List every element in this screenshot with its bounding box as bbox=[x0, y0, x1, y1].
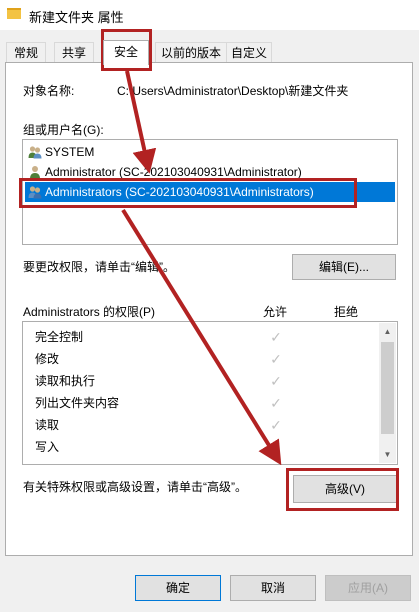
list-item[interactable]: SYSTEM bbox=[25, 142, 393, 162]
folder-icon bbox=[7, 8, 21, 19]
tab-sharing[interactable]: 共享 bbox=[54, 42, 94, 63]
scroll-up-arrow-icon[interactable]: ▲ bbox=[379, 323, 396, 340]
checkmark-icon: ✓ bbox=[270, 351, 282, 367]
security-panel: 对象名称: C:\Users\Administrator\Desktop\新建文… bbox=[5, 62, 413, 556]
user-group-icon bbox=[28, 186, 42, 199]
permissions-listbox[interactable]: 完全控制 ✓ 修改 ✓ 读取和执行 ✓ 列出文件夹内容 ✓ 读取 ✓ 写入 ✓ … bbox=[22, 321, 398, 465]
list-item-selected[interactable]: Administrators (SC-202103040931\Administ… bbox=[25, 182, 395, 202]
tab-strip: 常规 共享 安全 以前的版本 自定义 bbox=[0, 30, 419, 65]
user-name: SYSTEM bbox=[45, 145, 95, 159]
tab-customize[interactable]: 自定义 bbox=[226, 42, 272, 63]
permissions-scrollbar[interactable]: ▲ ▼ bbox=[379, 323, 396, 463]
ok-button[interactable]: 确定 bbox=[135, 575, 221, 601]
groups-label: 组或用户名(G): bbox=[23, 123, 104, 137]
checkmark-icon: ✓ bbox=[270, 439, 282, 455]
tab-general[interactable]: 常规 bbox=[6, 42, 46, 63]
advanced-button[interactable]: 高级(V) bbox=[293, 475, 397, 503]
advanced-hint: 有关特殊权限或高级设置，请单击“高级”。 bbox=[23, 480, 247, 494]
tab-previous-versions[interactable]: 以前的版本 bbox=[155, 42, 227, 63]
object-name-value: C:\Users\Administrator\Desktop\新建文件夹 bbox=[117, 84, 349, 98]
permission-row: 读取 bbox=[35, 418, 60, 432]
permissions-title: Administrators 的权限(P) bbox=[23, 305, 156, 319]
user-name: Administrators (SC-202103040931\Administ… bbox=[45, 185, 314, 199]
scroll-thumb[interactable] bbox=[381, 342, 394, 434]
tab-security[interactable]: 安全 bbox=[103, 40, 149, 65]
window-title: 新建文件夹 属性 bbox=[29, 10, 124, 25]
permission-row: 写入 bbox=[35, 440, 60, 454]
groups-listbox[interactable]: SYSTEM Administrator (SC-202103040931\Ad… bbox=[22, 139, 398, 245]
checkmark-icon: ✓ bbox=[270, 329, 282, 345]
scroll-down-arrow-icon[interactable]: ▼ bbox=[379, 446, 396, 463]
permission-row: 列出文件夹内容 bbox=[35, 396, 120, 410]
cancel-button[interactable]: 取消 bbox=[230, 575, 316, 601]
checkmark-icon: ✓ bbox=[270, 395, 282, 411]
title-bar: 新建文件夹 属性 bbox=[0, 0, 419, 30]
user-icon bbox=[30, 166, 40, 179]
permission-row: 完全控制 bbox=[35, 330, 84, 344]
permission-row: 读取和执行 bbox=[35, 374, 96, 388]
checkmark-icon: ✓ bbox=[270, 373, 282, 389]
apply-button[interactable]: 应用(A) bbox=[325, 575, 411, 601]
user-name: Administrator (SC-202103040931\Administr… bbox=[45, 165, 302, 179]
permission-row: 修改 bbox=[35, 352, 60, 366]
object-name-label: 对象名称: bbox=[23, 84, 75, 98]
checkmark-icon: ✓ bbox=[270, 417, 282, 433]
allow-column-header: 允许 bbox=[263, 305, 288, 319]
list-item[interactable]: Administrator (SC-202103040931\Administr… bbox=[25, 162, 393, 182]
edit-hint: 要更改权限，请单击“编辑”。 bbox=[23, 260, 175, 274]
deny-column-header: 拒绝 bbox=[334, 305, 359, 319]
edit-button[interactable]: 编辑(E)... bbox=[292, 254, 396, 280]
user-group-icon bbox=[28, 146, 42, 159]
